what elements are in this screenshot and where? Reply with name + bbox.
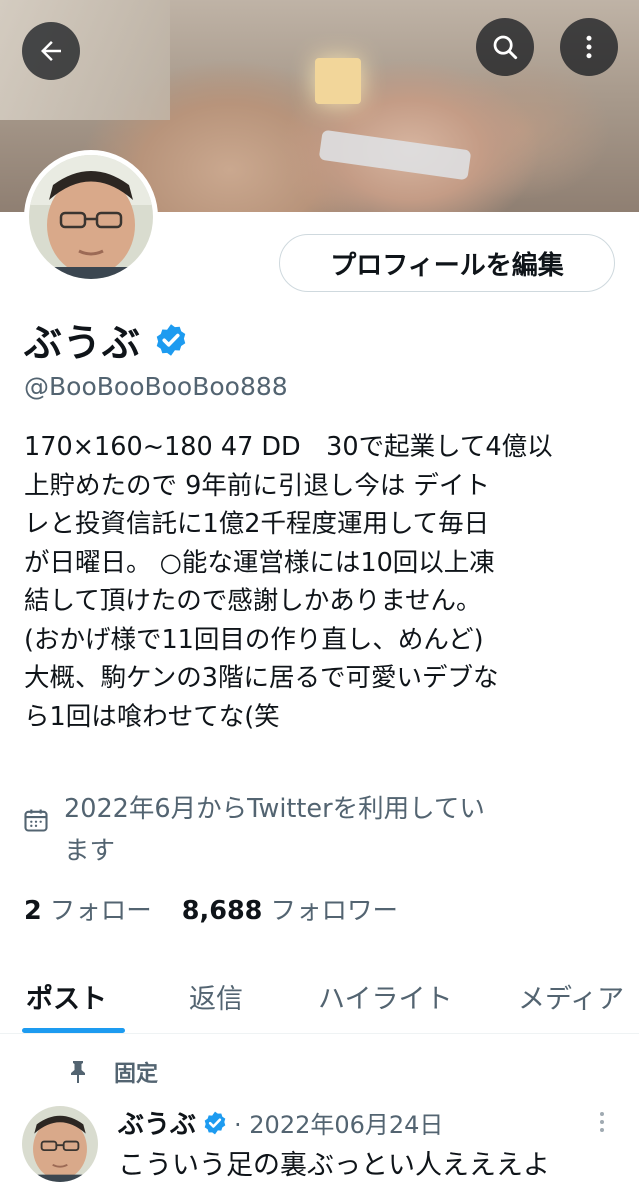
tab-media[interactable]: メディア xyxy=(518,958,624,1034)
pin-icon xyxy=(71,1061,85,1083)
user-handle: @BooBooBooBoo888 xyxy=(24,372,288,401)
display-name: ぶうぶ xyxy=(24,321,142,365)
bio-line: 上貯めたので 9年前に引退し今は デイト xyxy=(24,470,490,501)
followers-label: フォロワー xyxy=(270,896,398,926)
back-button[interactable] xyxy=(22,22,80,80)
search-icon xyxy=(493,35,518,60)
more-vertical-icon xyxy=(586,35,592,59)
following-label: フォロー xyxy=(49,896,152,926)
profile-avatar[interactable] xyxy=(24,150,158,284)
verified-badge-icon xyxy=(204,1111,226,1134)
active-tab-indicator xyxy=(22,1028,125,1033)
bio-line: ら1回は喰わせてな(笑 xyxy=(24,701,280,732)
bio-line: レと投資信託に1億2千程度運用して毎日 xyxy=(24,509,490,539)
tweet-more-button[interactable] xyxy=(592,1108,612,1140)
tweet-avatar[interactable] xyxy=(22,1106,98,1182)
profile-tabs: ポスト 返信 ハイライト メディア xyxy=(0,958,639,1034)
bio-line: 大概、駒ケンの3階に居るで可愛いデブな xyxy=(24,663,499,693)
tab-highlights[interactable]: ハイライト xyxy=(318,958,452,1034)
arrow-left-icon xyxy=(41,41,61,61)
bio-line: (おかげ様で11回目の作り直し、めんど) xyxy=(24,624,484,655)
tweet-text: こういう足の裏ぶっとい人えええよ xyxy=(118,1150,550,1181)
followers-link[interactable]: 8,688 フォロワー xyxy=(182,890,398,927)
pinned-indicator: 固定 xyxy=(68,1056,158,1088)
verified-badge-icon[interactable] xyxy=(153,322,189,358)
tweet-author-name[interactable]: ぶうぶ xyxy=(118,1104,196,1141)
name-row: ぶうぶ xyxy=(24,312,189,367)
pinned-label: 固定 xyxy=(114,1062,159,1087)
more-button[interactable] xyxy=(560,18,618,76)
following-count: 2 xyxy=(24,896,42,926)
profile-bio: 170×160~180 47 DD 30で起業して4億以 上貯めたので 9年前に… xyxy=(24,428,624,736)
follow-stats: 2 フォロー 8,688 フォロワー xyxy=(24,890,398,927)
joined-line: ます xyxy=(64,836,116,866)
avatar-face-image xyxy=(22,1106,98,1182)
joined-date: 2022年6月からTwitterを利用してい ます xyxy=(22,788,604,872)
tweet-date[interactable]: · 2022年06月24日 xyxy=(234,1105,443,1140)
tab-posts[interactable]: ポスト xyxy=(26,958,107,1034)
profile-page: プロフィールを編集 ぶうぶ @BooBooBooBoo888 170×160~1… xyxy=(0,0,639,1200)
edit-profile-button[interactable]: プロフィールを編集 xyxy=(279,234,615,292)
following-link[interactable]: 2 フォロー xyxy=(24,890,152,927)
banner-detail xyxy=(318,129,472,181)
banner-light xyxy=(315,58,361,104)
calendar-icon xyxy=(24,809,48,832)
tab-replies[interactable]: 返信 xyxy=(189,958,243,1034)
joined-line: 2022年6月からTwitterを利用してい xyxy=(64,794,485,824)
joined-text: 2022年6月からTwitterを利用してい ます xyxy=(64,788,604,872)
bio-line: 170×160~180 47 DD 30で起業して4億以 xyxy=(24,432,553,462)
search-button[interactable] xyxy=(476,18,534,76)
bio-line: 結して頂けたので感謝しかありません。 xyxy=(24,586,482,616)
followers-count: 8,688 xyxy=(181,896,263,926)
avatar-face-image xyxy=(29,155,153,279)
bio-line: が日曜日。 ○能な運営様には10回以上凍 xyxy=(24,547,495,578)
tweet-header: ぶうぶ · 2022年06月24日 xyxy=(118,1104,443,1141)
more-vertical-icon xyxy=(600,1112,604,1132)
